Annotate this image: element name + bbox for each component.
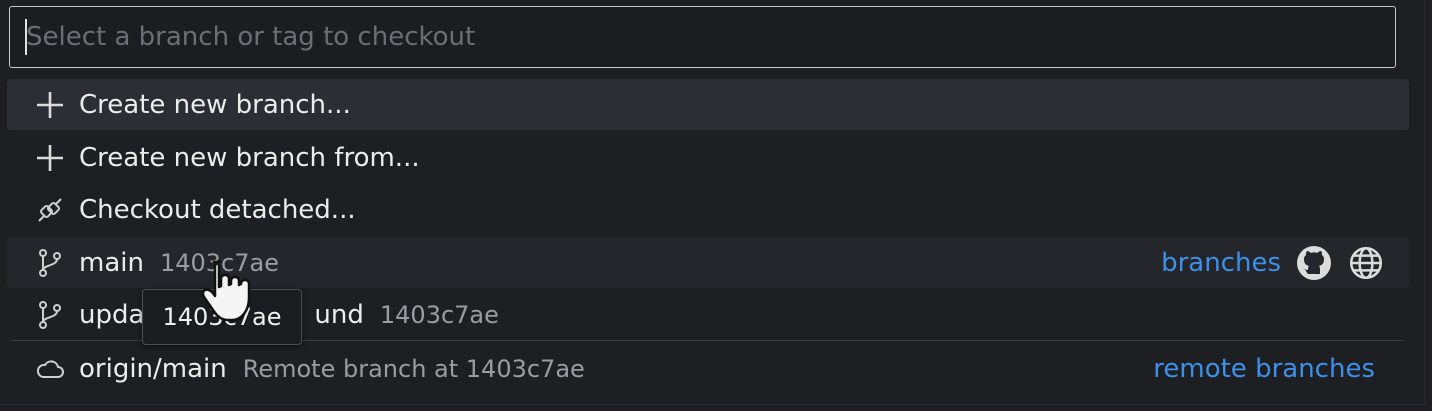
create-new-branch-from-item[interactable]: Create new branch from... [7, 132, 1409, 183]
branch-name: upda [79, 299, 145, 330]
branch-name: main [79, 247, 144, 278]
detached-icon [33, 193, 67, 227]
create-new-branch-label: Create new branch... [79, 89, 351, 120]
remote-actions: remote branches [1153, 354, 1409, 384]
checkout-detached-label: Checkout detached... [79, 194, 356, 225]
github-icon[interactable] [1295, 244, 1333, 282]
branch-actions: branches [1161, 244, 1409, 282]
remote-branch-name: origin/main [79, 353, 227, 384]
checkout-detached-item[interactable]: Checkout detached... [7, 184, 1409, 235]
branch-search-input[interactable] [10, 7, 1395, 67]
branch-quick-pick: Create new branch... Create new branch f… [0, 0, 1425, 405]
branches-link[interactable]: branches [1161, 248, 1281, 278]
text-caret [25, 19, 27, 55]
git-branch-icon [33, 246, 67, 280]
git-branch-icon [33, 298, 67, 332]
cloud-icon [33, 352, 67, 386]
branch-commit: 1403c7ae [379, 300, 499, 329]
remote-branch-desc: Remote branch at 1403c7ae [242, 354, 585, 383]
remote-branch-item-origin-main[interactable]: origin/main Remote branch at 1403c7ae re… [7, 343, 1409, 394]
hand-cursor-icon [201, 260, 251, 322]
create-new-branch-item[interactable]: Create new branch... [7, 79, 1409, 130]
create-new-branch-from-label: Create new branch from... [79, 142, 420, 173]
plus-icon [33, 88, 67, 122]
branch-name-tail: und [314, 299, 364, 330]
remote-branches-link[interactable]: remote branches [1153, 354, 1375, 384]
globe-icon[interactable] [1347, 244, 1385, 282]
branch-search-box[interactable] [9, 6, 1396, 68]
plus-icon [33, 141, 67, 175]
